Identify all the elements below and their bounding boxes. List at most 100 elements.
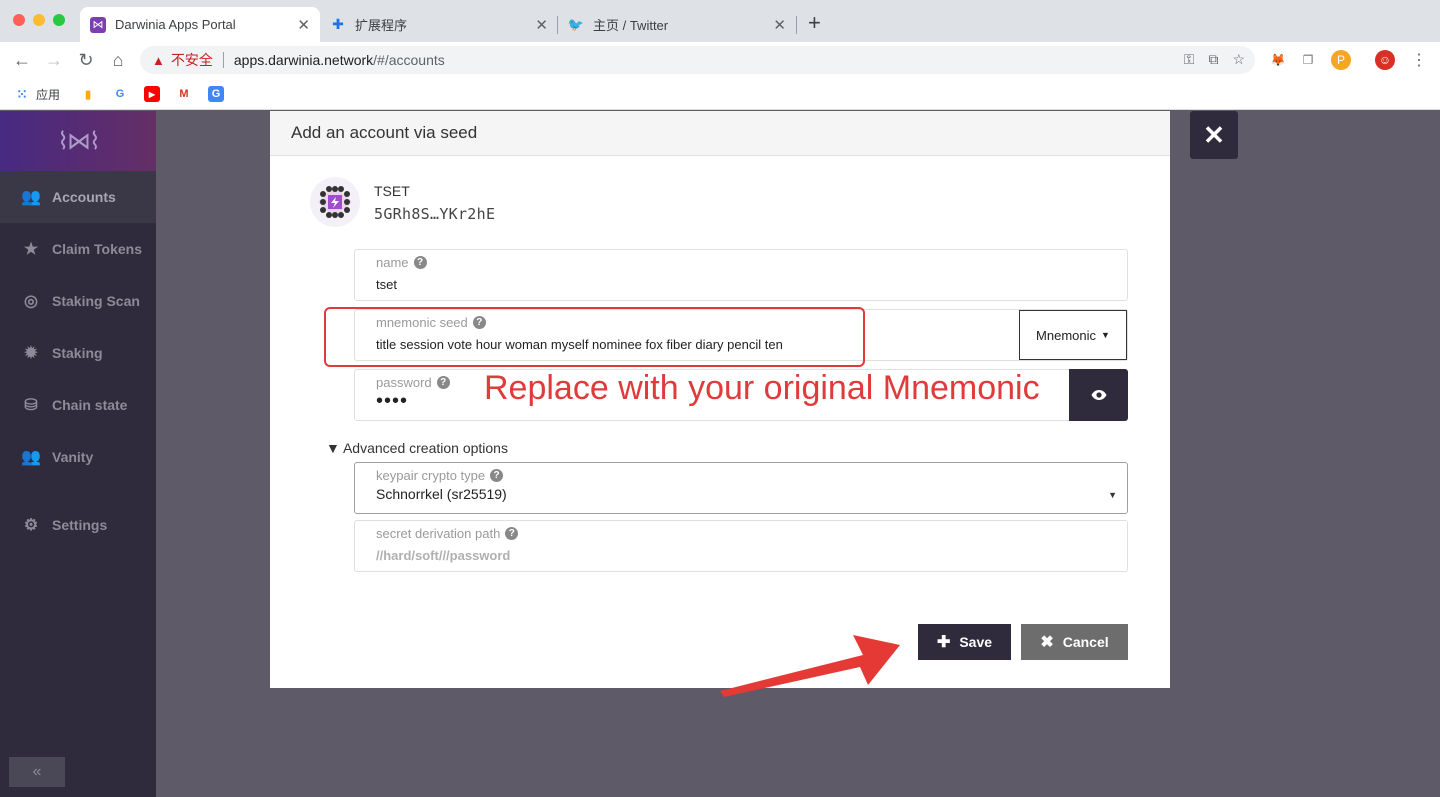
sidebar-item-label: Staking bbox=[52, 345, 103, 361]
new-tab-button[interactable]: + bbox=[808, 12, 821, 34]
app-sidebar: ⌇⋈⌇ 👥 Accounts ★ Claim Tokens ◎ Staking … bbox=[0, 111, 156, 797]
bookmark-google[interactable]: G bbox=[112, 84, 134, 104]
close-icon[interactable]: ✕ bbox=[773, 16, 786, 34]
translate-icon[interactable]: ⧉ bbox=[1208, 51, 1218, 68]
extension-copy-icon[interactable]: ❐ bbox=[1298, 50, 1318, 70]
reload-icon[interactable]: ↻ bbox=[74, 48, 98, 72]
account-address[interactable]: 5GRh8S…YKr2hE bbox=[374, 205, 495, 223]
save-button[interactable]: ✚ Save bbox=[918, 624, 1011, 660]
save-label: Save bbox=[959, 634, 993, 650]
metamask-fox-icon[interactable]: 🦊 bbox=[1268, 50, 1288, 70]
polkadot-extension-icon[interactable]: P bbox=[1331, 50, 1351, 70]
annotation-text: Replace with your original Mnemonic bbox=[484, 369, 1040, 407]
tab-title: Darwinia Apps Portal bbox=[115, 17, 236, 32]
account-name: TSET bbox=[374, 183, 410, 199]
cogs-icon: ⚙ bbox=[23, 517, 39, 534]
users-icon: 👥 bbox=[21, 449, 41, 466]
database-icon: ⛁ bbox=[24, 397, 38, 414]
help-icon[interactable]: ? bbox=[505, 527, 519, 540]
sidebar-collapse-button[interactable]: « bbox=[9, 757, 65, 787]
window-zoom-button[interactable] bbox=[53, 14, 65, 26]
tab-divider bbox=[796, 16, 797, 34]
menu-kebab-icon[interactable]: ⋮ bbox=[1409, 50, 1429, 70]
sidebar-item-accounts[interactable]: 👥 Accounts bbox=[0, 171, 156, 223]
tab-twitter[interactable]: 🐦 主页 / Twitter ✕ bbox=[558, 7, 796, 42]
sidebar-item-label: Settings bbox=[52, 517, 108, 533]
bookmark-gmail[interactable]: M bbox=[176, 84, 198, 104]
bookmark-translate[interactable]: G bbox=[208, 84, 230, 104]
bookmark-apps[interactable]: ⁙ 应用 bbox=[14, 84, 60, 104]
derivation-path-input[interactable]: //hard/soft///password bbox=[376, 548, 510, 563]
identicon-icon bbox=[318, 185, 352, 219]
gear-icon: ✹ bbox=[24, 345, 38, 362]
help-icon[interactable]: ? bbox=[436, 376, 450, 389]
x-icon: ✖ bbox=[1040, 634, 1054, 651]
bookmark-youtube[interactable]: ▶ bbox=[144, 84, 166, 104]
cancel-button[interactable]: ✖ Cancel bbox=[1021, 624, 1128, 660]
name-input[interactable]: tset bbox=[376, 277, 397, 292]
sidebar-item-staking[interactable]: ✹ Staking bbox=[0, 327, 156, 379]
darwinia-logo[interactable]: ⌇⋈⌇ bbox=[0, 111, 156, 171]
field-label: secret derivation path ? bbox=[376, 526, 519, 541]
help-icon[interactable]: ? bbox=[413, 256, 427, 269]
add-account-modal: Add an account via seed TSET 5GRh8S…YKr2… bbox=[270, 111, 1170, 688]
twitter-bird-icon: 🐦 bbox=[567, 16, 585, 32]
url-divider bbox=[222, 52, 224, 68]
modal-title: Add an account via seed bbox=[291, 123, 478, 142]
security-indicator[interactable]: 不安全 bbox=[171, 50, 213, 70]
field-label-text: secret derivation path bbox=[376, 526, 501, 541]
tab-darwinia[interactable]: ⋈ Darwinia Apps Portal ✕ bbox=[80, 7, 320, 42]
home-icon[interactable]: ⌂ bbox=[106, 48, 130, 72]
modal-close-button[interactable]: ✕ bbox=[1190, 111, 1238, 159]
crypto-type-value: Schnorrkel (sr25519) bbox=[376, 486, 507, 502]
name-field[interactable]: name ? tset bbox=[354, 249, 1128, 301]
modal-header: Add an account via seed bbox=[270, 111, 1170, 156]
back-arrow-icon[interactable]: ← bbox=[10, 48, 34, 72]
sidebar-item-settings[interactable]: ⚙ Settings bbox=[0, 499, 156, 551]
browser-tabbar: ⋈ Darwinia Apps Portal ✕ ✚ 扩展程序 ✕ 🐦 主页 /… bbox=[0, 0, 1440, 42]
browser-toolbar: ← → ↻ ⌂ ▲ 不安全 apps.darwinia.network /#/a… bbox=[0, 42, 1440, 78]
sidebar-item-claim-tokens[interactable]: ★ Claim Tokens bbox=[0, 223, 156, 275]
seed-type-value: Mnemonic bbox=[1036, 327, 1097, 343]
forward-arrow-icon[interactable]: → bbox=[42, 48, 66, 72]
help-icon[interactable]: ? bbox=[490, 469, 504, 482]
seed-type-dropdown[interactable]: Mnemonic ▼ bbox=[1019, 310, 1127, 360]
key-icon[interactable]: ⚿ bbox=[1184, 51, 1195, 68]
google-icon: G bbox=[115, 88, 125, 100]
field-label-text: keypair crypto type bbox=[376, 468, 486, 483]
show-password-button[interactable] bbox=[1069, 369, 1128, 421]
window-close-button[interactable] bbox=[13, 14, 25, 26]
profile-avatar-icon[interactable]: ☺ bbox=[1375, 50, 1395, 70]
apps-grid-icon: ⁙ bbox=[16, 85, 28, 102]
tab-extensions[interactable]: ✚ 扩展程序 ✕ bbox=[320, 7, 558, 42]
url-host: apps.darwinia.network bbox=[233, 52, 374, 68]
advanced-options-toggle[interactable]: ▼ Advanced creation options bbox=[326, 440, 508, 456]
caret-down-icon: ▼ bbox=[1108, 490, 1117, 500]
sidebar-item-label: Staking Scan bbox=[52, 293, 140, 309]
crypto-type-select[interactable]: keypair crypto type ? Schnorrkel (sr2551… bbox=[354, 462, 1128, 514]
analytics-icon: ▮ bbox=[84, 88, 92, 101]
field-label-text: name bbox=[376, 255, 409, 270]
sidebar-item-chain-state[interactable]: ⛁ Chain state bbox=[0, 379, 156, 431]
close-icon[interactable]: ✕ bbox=[297, 16, 310, 34]
sidebar-item-label: Accounts bbox=[52, 189, 116, 205]
derivation-path-field[interactable]: secret derivation path ? //hard/soft///p… bbox=[354, 520, 1128, 572]
bookmarks-bar: ⁙ 应用 ▮ G ▶ M G bbox=[0, 78, 1440, 110]
password-input[interactable]: •••• bbox=[376, 390, 408, 413]
bookmark-analytics[interactable]: ▮ bbox=[80, 84, 102, 104]
sidebar-item-vanity[interactable]: 👥 Vanity bbox=[0, 431, 156, 483]
account-identicon[interactable] bbox=[310, 177, 360, 227]
puzzle-icon: ✚ bbox=[332, 16, 344, 32]
window-minimize-button[interactable] bbox=[33, 14, 45, 26]
collapse-chevron-icon: « bbox=[32, 763, 42, 780]
sidebar-item-label: Vanity bbox=[52, 449, 94, 465]
field-label: keypair crypto type ? bbox=[376, 468, 504, 483]
star-icon[interactable]: ☆ bbox=[1232, 51, 1245, 68]
bookmark-label: 应用 bbox=[36, 87, 61, 102]
youtube-icon: ▶ bbox=[144, 86, 160, 102]
sidebar-item-staking-scan[interactable]: ◎ Staking Scan bbox=[0, 275, 156, 327]
close-icon[interactable]: ✕ bbox=[535, 16, 548, 34]
address-bar[interactable]: ▲ 不安全 apps.darwinia.network /#/accounts … bbox=[140, 46, 1255, 74]
star-icon: ★ bbox=[23, 241, 39, 258]
url-path: /#/accounts bbox=[373, 52, 445, 68]
